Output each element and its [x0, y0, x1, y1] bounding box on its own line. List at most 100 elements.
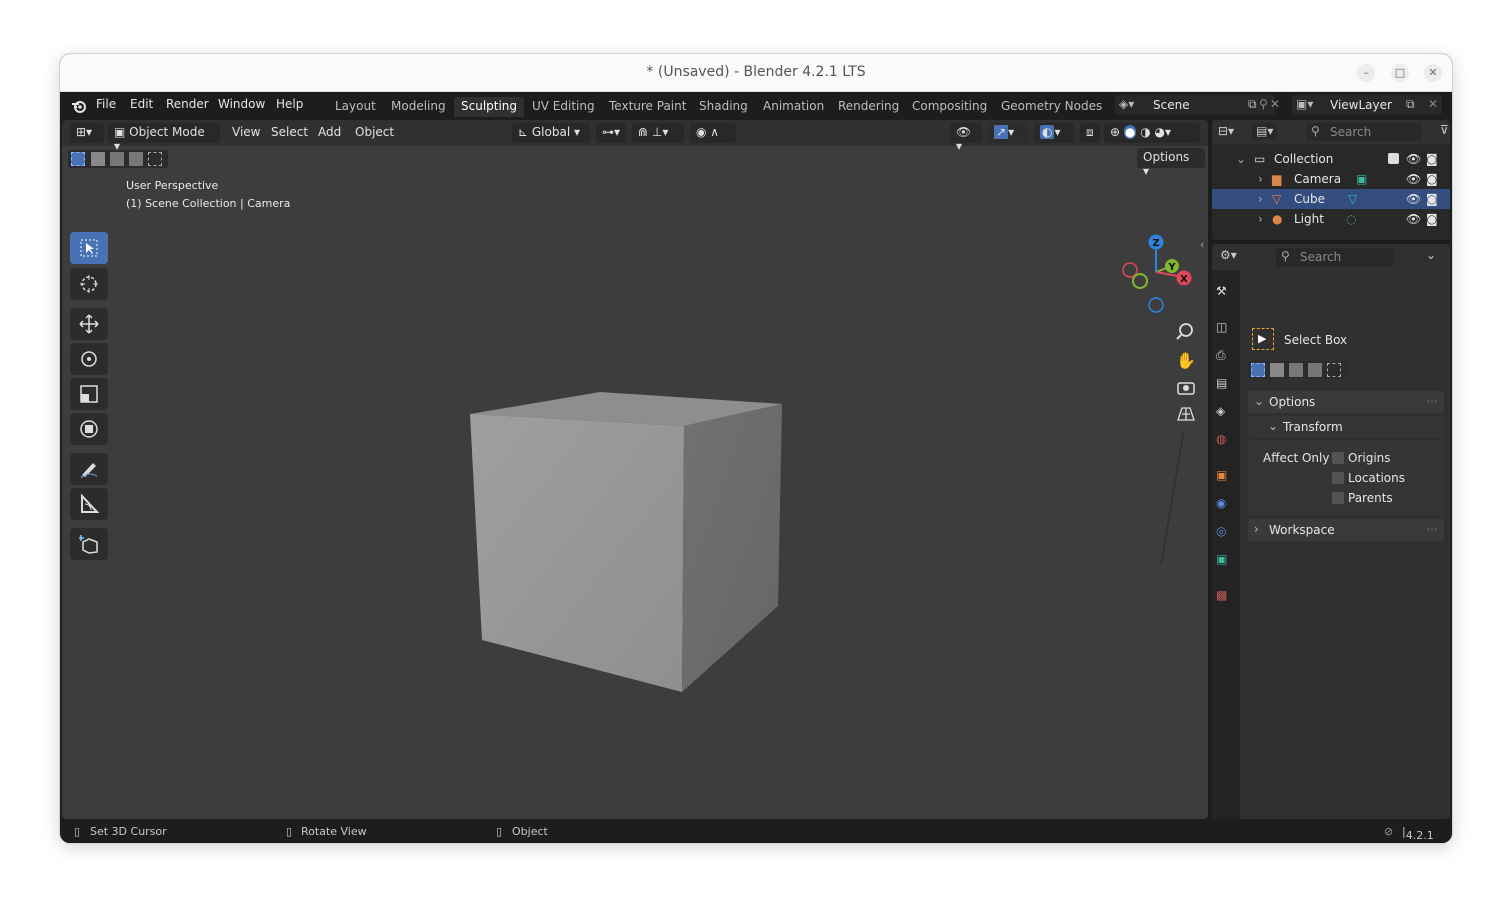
- cursor-tool[interactable]: [70, 268, 108, 300]
- tab-texture-paint[interactable]: Texture Paint: [602, 97, 693, 117]
- orientation-dropdown[interactable]: ⊾ Global ▾: [512, 123, 590, 143]
- shading-mode-group[interactable]: ⊕ ● ◑ ◕▾: [1104, 123, 1200, 143]
- menu-file[interactable]: File: [96, 97, 116, 111]
- menu-render[interactable]: Render: [166, 97, 209, 111]
- rendered-shading-icon[interactable]: ◕: [1155, 125, 1165, 139]
- collapse-sidebar-icon[interactable]: ‹: [1200, 238, 1204, 251]
- tab-rendering[interactable]: Rendering: [831, 97, 906, 117]
- constraints-tab-icon[interactable]: ◎: [1216, 524, 1236, 544]
- menu-edit[interactable]: Edit: [130, 97, 153, 111]
- camera-data-icon[interactable]: ▣: [1356, 172, 1367, 186]
- properties-search-input[interactable]: ⚲ Search: [1276, 248, 1394, 267]
- mesh-data-icon[interactable]: ▽: [1348, 192, 1357, 206]
- new-scene-icon[interactable]: ⧉: [1248, 97, 1257, 112]
- tab-modeling[interactable]: Modeling: [384, 97, 453, 117]
- select-extend-icon[interactable]: [91, 152, 105, 166]
- pan-icon[interactable]: [1174, 348, 1198, 372]
- measure-tool[interactable]: [70, 488, 108, 520]
- output-tab-icon[interactable]: ⎙: [1216, 348, 1236, 368]
- menu-add[interactable]: Add: [318, 125, 341, 139]
- view-layer-selector[interactable]: ▣▾ ViewLayer: [1292, 95, 1442, 115]
- drag-handle-icon[interactable]: ⋯: [1426, 394, 1438, 408]
- render-icon[interactable]: ◙: [1426, 212, 1438, 226]
- select-extend-icon[interactable]: [1270, 363, 1284, 377]
- menu-select[interactable]: Select: [271, 125, 308, 139]
- blender-logo-icon[interactable]: [71, 98, 87, 114]
- render-icon[interactable]: ◙: [1426, 172, 1438, 186]
- gizmo-toggle-icon[interactable]: ↗ ▾: [988, 123, 1028, 143]
- overlay-toggle-icon[interactable]: ◐ ▾: [1034, 123, 1074, 143]
- proportional-edit-icon[interactable]: ◉ ∧: [690, 123, 736, 143]
- solid-shading-icon[interactable]: ●: [1123, 125, 1137, 139]
- locations-checkbox[interactable]: [1332, 472, 1344, 484]
- mode-dropdown[interactable]: ▣ Object Mode ▾: [108, 123, 220, 153]
- world-tab-icon[interactable]: ◍: [1216, 432, 1236, 452]
- select-invert-icon[interactable]: [129, 152, 143, 166]
- outliner-row-cube[interactable]: › ▽ Cube ▽ 👁 ◙: [1212, 189, 1450, 209]
- render-tab-icon[interactable]: ◫: [1216, 320, 1236, 340]
- select-new-icon[interactable]: [1251, 363, 1265, 377]
- menu-view[interactable]: View: [232, 125, 260, 139]
- 3d-viewport[interactable]: ⊞▾ ▣ Object Mode ▾ View Select Add Objec…: [62, 120, 1208, 819]
- select-invert-icon[interactable]: [1308, 363, 1322, 377]
- move-tool[interactable]: [70, 308, 108, 340]
- tab-compositing[interactable]: Compositing: [905, 97, 994, 117]
- origins-checkbox[interactable]: [1332, 452, 1344, 464]
- delete-view-layer-icon[interactable]: ✕: [1428, 97, 1438, 111]
- menu-window[interactable]: Window: [218, 97, 265, 111]
- tab-sculpting[interactable]: Sculpting: [454, 97, 525, 117]
- eye-icon[interactable]: 👁: [1406, 192, 1421, 206]
- tab-animation[interactable]: Animation: [756, 97, 831, 117]
- chevron-right-icon[interactable]: ›: [1258, 212, 1263, 226]
- select-subtract-icon[interactable]: [1289, 363, 1303, 377]
- select-intersect-icon[interactable]: [1327, 363, 1341, 377]
- select-subtract-icon[interactable]: [110, 152, 124, 166]
- select-intersect-icon[interactable]: [148, 152, 162, 166]
- eye-icon[interactable]: 👁: [1406, 172, 1421, 186]
- menu-help[interactable]: Help: [276, 97, 303, 111]
- maximize-icon[interactable]: □: [1391, 64, 1409, 82]
- render-icon[interactable]: ◙: [1426, 152, 1438, 166]
- zoom-icon[interactable]: [1174, 318, 1198, 342]
- perspective-toggle-icon[interactable]: [1174, 408, 1198, 432]
- filter-icon[interactable]: ⊽: [1440, 123, 1449, 137]
- chevron-right-icon[interactable]: ›: [1258, 172, 1263, 186]
- camera-view-icon[interactable]: [1174, 378, 1198, 402]
- material-shading-icon[interactable]: ◑: [1140, 125, 1150, 139]
- outliner-row-light[interactable]: › ● Light ◌ 👁 ◙: [1212, 209, 1450, 229]
- menu-object[interactable]: Object: [355, 125, 394, 139]
- tab-shading[interactable]: Shading: [692, 97, 755, 117]
- eye-icon[interactable]: 👁: [1406, 212, 1421, 226]
- texture-tab-icon[interactable]: ▩: [1216, 588, 1236, 608]
- new-view-layer-icon[interactable]: ⧉: [1406, 97, 1415, 112]
- drag-handle-icon[interactable]: ⋯: [1426, 522, 1438, 536]
- wireframe-shading-icon[interactable]: ⊕: [1110, 125, 1120, 139]
- outliner-row-camera[interactable]: › ▆ Camera ▣ 👁 ◙: [1212, 169, 1450, 189]
- minimize-icon[interactable]: –: [1357, 64, 1375, 82]
- xray-icon[interactable]: ⧈: [1080, 123, 1100, 143]
- options-panel-header[interactable]: ⌄ Options ⋯: [1248, 391, 1444, 413]
- transform-panel-header[interactable]: ⌄ Transform: [1248, 416, 1444, 438]
- object-tab-icon[interactable]: ▣: [1216, 468, 1236, 488]
- visibility-icon[interactable]: 👁▾: [950, 123, 982, 153]
- tab-geometry-nodes[interactable]: Geometry Nodes: [994, 97, 1109, 117]
- data-tab-icon[interactable]: ▣: [1216, 552, 1236, 572]
- light-data-icon[interactable]: ◌: [1346, 212, 1356, 226]
- properties-editor-icon[interactable]: ⚙▾: [1220, 248, 1237, 262]
- chevron-down-icon[interactable]: ⌄: [1426, 248, 1436, 262]
- rotate-tool[interactable]: [70, 343, 108, 375]
- transform-tool[interactable]: [70, 413, 108, 445]
- select-box-tool[interactable]: [70, 232, 108, 264]
- tab-layout[interactable]: Layout: [328, 97, 383, 117]
- snap-icon[interactable]: ⋒ ⊥▾: [632, 123, 684, 143]
- chevron-right-icon[interactable]: ›: [1258, 192, 1263, 206]
- scale-tool[interactable]: [70, 378, 108, 410]
- chevron-down-icon[interactable]: ⌄: [1236, 152, 1246, 166]
- add-cube-tool[interactable]: [70, 528, 108, 560]
- network-off-icon[interactable]: ⊘: [1384, 825, 1393, 838]
- view-layer-tab-icon[interactable]: ▤: [1216, 376, 1236, 396]
- tool-tab-icon[interactable]: ⚒: [1216, 284, 1236, 304]
- display-mode-icon[interactable]: ▤▾: [1252, 123, 1278, 139]
- editor-type-icon[interactable]: ⊞▾: [70, 123, 104, 143]
- pin-icon[interactable]: ⚲: [1259, 97, 1268, 111]
